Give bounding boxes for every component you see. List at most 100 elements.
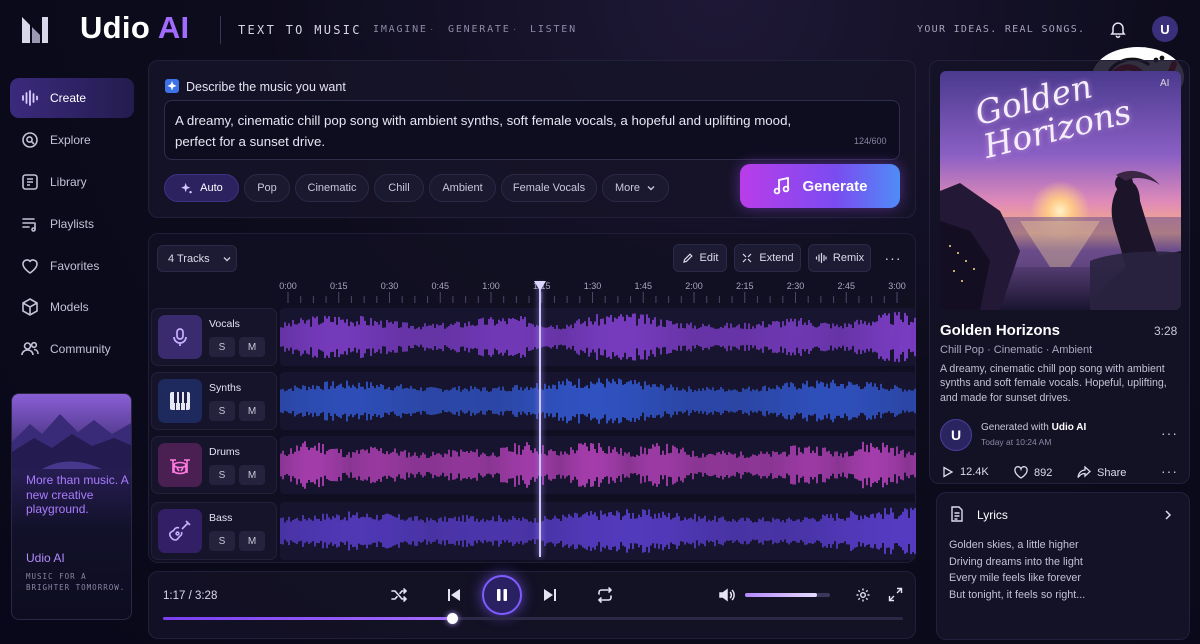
more-dots-icon: ···	[1161, 463, 1178, 479]
play-icon	[943, 466, 954, 478]
sidebar-item-label: Create	[50, 91, 87, 105]
solo-button[interactable]: S	[209, 337, 235, 357]
chip-label: Female Vocals	[512, 182, 586, 194]
search-icon	[22, 132, 38, 148]
mute-button[interactable]: M	[239, 531, 265, 551]
chip-cinematic[interactable]: Cinematic	[295, 174, 369, 202]
waveform-drums[interactable]	[280, 436, 916, 494]
sidebar-item-create[interactable]: Create	[10, 78, 134, 118]
track-bass[interactable]: Bass S M	[151, 502, 277, 560]
waveform-synths[interactable]	[280, 372, 916, 430]
tick-label: 1:30	[583, 281, 602, 291]
share-icon	[1077, 466, 1091, 478]
user-avatar[interactable]: U	[1152, 16, 1178, 42]
next-icon[interactable]	[542, 587, 558, 603]
edit-button[interactable]: Edit	[673, 244, 727, 272]
chevron-right-icon[interactable]	[1163, 509, 1173, 521]
mute-button[interactable]: M	[239, 401, 265, 421]
chip-label: More	[614, 182, 641, 194]
generated-time: Today at 10:24 AM	[981, 437, 1052, 447]
sidebar-item-library[interactable]: Library	[10, 162, 134, 202]
track-synths[interactable]: Synths S M	[151, 372, 277, 430]
sidebar-item-favorites[interactable]: Favorites	[10, 246, 134, 286]
app-name: Udio AI	[80, 10, 190, 45]
stats-more-button[interactable]: ···	[1161, 463, 1178, 479]
chip-more[interactable]: More	[602, 174, 669, 202]
microphone-icon	[173, 328, 187, 346]
prompt-text[interactable]: A dreamy, cinematic chill pop song with …	[175, 110, 815, 152]
chip-pop[interactable]: Pop	[244, 174, 290, 202]
tick-label: 0:30	[380, 281, 399, 291]
solo-button[interactable]: S	[209, 531, 235, 551]
chip-auto[interactable]: Auto	[164, 174, 239, 202]
chip-ambient[interactable]: Ambient	[429, 174, 496, 202]
solo-button[interactable]: S	[209, 465, 235, 485]
guitar-icon	[169, 520, 191, 541]
remix-button[interactable]: Remix	[808, 244, 871, 272]
library-icon	[22, 174, 38, 190]
volume-icon[interactable]	[718, 586, 736, 604]
more-options-button[interactable]: ···	[876, 244, 910, 272]
sidebar-item-label: Library	[50, 175, 87, 189]
play-pause-button[interactable]	[482, 575, 522, 615]
repeat-icon[interactable]	[596, 586, 614, 604]
song-description: A dreamy, cinematic chill pop song with …	[940, 363, 1167, 404]
sidebar-item-label: Models	[50, 300, 89, 314]
tick-label: 3:00	[888, 281, 906, 291]
tick-label: 2:00	[685, 281, 703, 291]
chip-label: Pop	[257, 182, 277, 194]
generate-label: Generate	[802, 177, 868, 195]
tick-label: 2:45	[837, 281, 856, 291]
generated-with: Generated with Udio AI	[981, 422, 1087, 433]
logo-icon[interactable]	[20, 15, 50, 45]
expand-icon[interactable]	[888, 587, 903, 602]
bell-icon[interactable]	[1108, 19, 1128, 39]
sparkle-icon	[164, 78, 180, 94]
song-duration: 3:28	[1154, 324, 1178, 338]
transport-bar	[148, 571, 916, 639]
track-vocals[interactable]: Vocals S M	[151, 308, 277, 366]
mute-button[interactable]: M	[239, 337, 265, 357]
playhead-handle[interactable]	[533, 280, 547, 292]
share-button[interactable]: Share	[1077, 466, 1126, 479]
waveform-vocals[interactable]	[280, 308, 916, 366]
more-dots-icon: ···	[884, 250, 902, 266]
tick-label: 0:45	[431, 281, 450, 291]
tracks-dropdown[interactable]: 4 Tracks	[157, 245, 237, 272]
chip-female-vocals[interactable]: Female Vocals	[501, 174, 597, 202]
sidebar-item-community[interactable]: Community	[10, 329, 134, 369]
sidebar-item-label: Playlists	[50, 217, 95, 231]
play-count[interactable]: 12.4K	[942, 466, 989, 478]
mute-button[interactable]: M	[239, 465, 265, 485]
progress-handle[interactable]	[446, 613, 458, 624]
previous-icon[interactable]	[446, 587, 462, 603]
shuffle-icon[interactable]	[390, 586, 408, 604]
like-button[interactable]: 892	[1014, 466, 1052, 479]
sidebar-item-label: Community	[50, 342, 111, 356]
settings-gear-icon[interactable]	[855, 587, 871, 603]
lyrics-line: Golden skies, a little higher	[949, 539, 1079, 551]
generate-button[interactable]: Generate	[740, 164, 900, 208]
sidebar-item-explore[interactable]: Explore	[10, 120, 134, 160]
author-avatar[interactable]: U	[940, 419, 972, 451]
waveform-bass[interactable]	[280, 502, 916, 560]
waveform-graphic	[280, 441, 916, 489]
char-count: 124/600	[854, 136, 887, 146]
sparkle-icon	[181, 182, 192, 193]
song-more-button[interactable]: ···	[1161, 425, 1178, 441]
lyrics-line: Driving dreams into the light	[949, 555, 1083, 568]
tracks-dropdown-label: 4 Tracks	[168, 252, 210, 265]
progress-fill	[163, 617, 452, 620]
sidebar-item-playlists[interactable]: Playlists	[10, 204, 134, 244]
extend-button[interactable]: Extend	[734, 244, 801, 272]
header-divider	[220, 16, 221, 44]
chip-label: Cinematic	[307, 182, 357, 194]
chip-chill[interactable]: Chill	[374, 174, 424, 202]
track-drums[interactable]: Drums S M	[151, 436, 277, 494]
promo-card[interactable]: More than music. A new creative playgrou…	[11, 393, 132, 620]
solo-button[interactable]: S	[209, 401, 235, 421]
playhead[interactable]	[539, 283, 541, 557]
chip-label: Chill	[388, 182, 410, 194]
song-title: Golden Horizons	[940, 322, 1060, 339]
sidebar-item-models[interactable]: Models	[10, 287, 134, 327]
